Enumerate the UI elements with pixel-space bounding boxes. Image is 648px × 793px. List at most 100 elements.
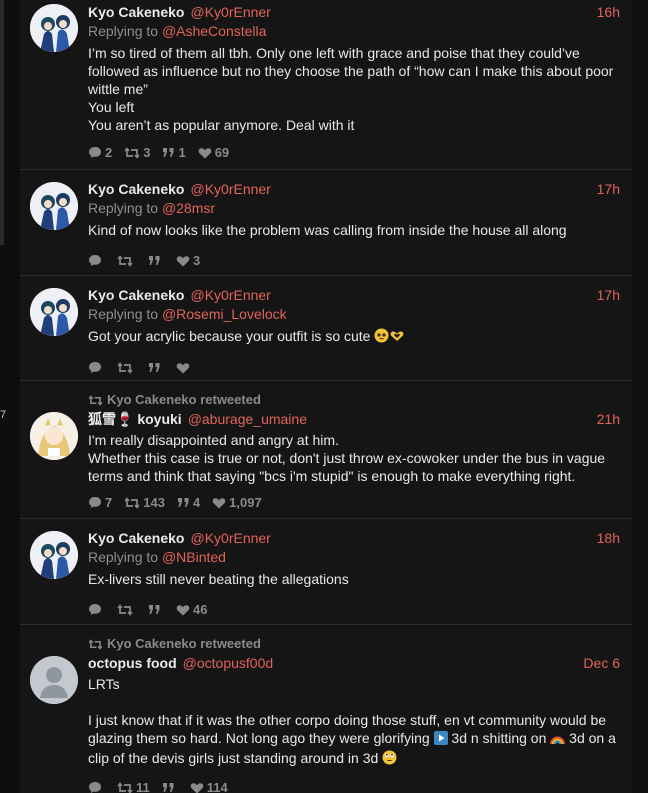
reply-button[interactable] [88, 603, 105, 616]
tweet-text: Got your acrylic because your outfit is … [88, 327, 620, 347]
retweet-context: Kyo Cakeneko retweeted [88, 391, 620, 409]
reply-button[interactable] [88, 254, 105, 267]
speech-bubble-icon [89, 362, 101, 373]
reply-button[interactable]: 2 [88, 145, 112, 160]
quote-marks-icon [163, 148, 174, 157]
quote-button[interactable] [148, 604, 164, 615]
retweet-arrows-icon [117, 603, 133, 616]
quote-button[interactable]: 4 [177, 495, 200, 510]
reply-button[interactable] [88, 361, 105, 374]
display-name[interactable]: Kyo Cakeneko [88, 3, 184, 22]
reply-context: Replying to @Rosemi_Lovelock [88, 305, 620, 324]
reply-to-handle[interactable]: @Rosemi_Lovelock [162, 306, 287, 322]
tweet-actions: 11 114 [88, 780, 620, 793]
tweet-actions: 7 143 4 1,097 [88, 495, 620, 510]
tweet-text: LRTs I just know that if it was the othe… [88, 675, 620, 769]
retweet-button[interactable] [117, 361, 136, 374]
tweet[interactable]: Kyo Cakeneko @Ky0rEnner 17h Replying to … [20, 170, 632, 276]
timestamp[interactable]: 17h [597, 286, 620, 305]
quote-marks-icon [149, 605, 160, 614]
quote-button[interactable] [148, 255, 164, 266]
like-button[interactable]: 69 [198, 145, 229, 160]
left-gutter: 7 [0, 0, 20, 793]
retweet-button[interactable] [117, 254, 136, 267]
timestamp[interactable]: 21h [597, 410, 620, 429]
like-button[interactable]: 1,097 [212, 495, 262, 510]
display-name[interactable]: 狐雪🍷 koyuki [88, 410, 182, 429]
tweet-line: Kind of now looks like the problem was c… [88, 222, 567, 238]
tweet-actions: 3 [88, 253, 620, 268]
reply-context: Replying to @NBinted [88, 548, 620, 567]
speech-bubble-icon [89, 255, 101, 266]
reply-context: Replying to @AsheConstella [88, 22, 620, 41]
retweet-button[interactable]: 11 [117, 780, 150, 793]
avatar[interactable] [30, 412, 78, 460]
heart-icon [176, 362, 190, 373]
avatar[interactable] [30, 531, 78, 579]
right-rail [632, 0, 648, 793]
tweet-line: You aren’t as popular anymore. Deal with… [88, 117, 355, 133]
avatar[interactable] [30, 182, 78, 230]
tweet[interactable]: Kyo Cakeneko retweeted octopus food @oct… [20, 625, 632, 793]
speech-bubble-icon [89, 604, 101, 615]
user-handle[interactable]: @Ky0rEnner [190, 180, 270, 199]
quote-button[interactable]: 1 [162, 145, 186, 160]
user-handle[interactable]: @octopusf00d [183, 654, 274, 673]
display-name[interactable]: Kyo Cakeneko [88, 180, 184, 199]
like-button[interactable] [176, 362, 193, 374]
retweet-button[interactable]: 143 [124, 495, 165, 510]
default-avatar-icon[interactable] [30, 656, 78, 704]
tweet-text: Ex-livers still never beating the allega… [88, 570, 620, 588]
tweet-feed: Kyo Cakeneko @Ky0rEnner 16h Replying to … [20, 0, 632, 793]
user-handle[interactable]: @Ky0rEnner [190, 529, 270, 548]
timestamp[interactable]: 16h [597, 3, 620, 22]
heart-hands-icon [389, 329, 405, 347]
display-name[interactable]: octopus food [88, 654, 177, 673]
reply-to-handle[interactable]: @AsheConstella [162, 23, 267, 39]
user-handle[interactable]: @Ky0rEnner [190, 286, 270, 305]
tweet-line: You left [88, 99, 135, 115]
retweeted-by-label: Kyo Cakeneko retweeted [107, 636, 261, 651]
quote-marks-icon [149, 363, 160, 372]
timestamp[interactable]: 17h [597, 180, 620, 199]
tweet[interactable]: Kyo Cakeneko retweeted 狐雪🍷 koyuki @abura… [20, 381, 632, 519]
left-scrollbar[interactable] [0, 0, 4, 245]
retweet-button[interactable]: 3 [124, 145, 150, 160]
user-handle[interactable]: @aburage_umaine [188, 410, 307, 429]
quote-button[interactable] [162, 782, 178, 793]
like-button[interactable]: 3 [176, 253, 200, 268]
reply-button[interactable]: 7 [88, 495, 112, 510]
eye-roll-face-icon [382, 750, 397, 769]
like-button[interactable]: 114 [190, 780, 228, 793]
retweet-arrows-icon [117, 781, 133, 793]
tweet[interactable]: Kyo Cakeneko @Ky0rEnner 16h Replying to … [20, 0, 632, 170]
reply-to-handle[interactable]: @NBinted [162, 549, 226, 565]
reply-to-handle[interactable]: @28msr [162, 200, 215, 216]
reply-context: Replying to @28msr [88, 199, 620, 218]
user-handle[interactable]: @Ky0rEnner [190, 3, 270, 22]
avatar[interactable] [30, 4, 78, 52]
quote-marks-icon [177, 498, 189, 507]
tweet[interactable]: Kyo Cakeneko @Ky0rEnner 18h Replying to … [20, 519, 632, 625]
retweet-button[interactable] [117, 603, 136, 616]
like-button[interactable]: 46 [176, 602, 207, 617]
display-name[interactable]: Kyo Cakeneko [88, 529, 184, 548]
avatar[interactable] [30, 288, 78, 336]
timestamp[interactable]: 18h [597, 529, 620, 548]
heart-icon [198, 147, 211, 158]
retweeted-by-label: Kyo Cakeneko retweeted [107, 392, 261, 407]
gutter-mark: 7 [0, 409, 7, 421]
quote-marks-icon [149, 256, 160, 265]
retweet-arrows-icon [88, 638, 103, 650]
reply-button[interactable] [88, 781, 105, 793]
timestamp[interactable]: Dec 6 [583, 654, 620, 673]
tweet-text: I’m so tired of them all tbh. Only one l… [88, 44, 620, 134]
reply-prefix: Replying to [88, 306, 159, 322]
rainbow-icon [550, 731, 566, 749]
display-name[interactable]: Kyo Cakeneko [88, 286, 184, 305]
tweet-line: 3d n shitting on [451, 730, 547, 746]
quote-button[interactable] [148, 362, 164, 373]
retweet-arrows-icon [117, 254, 133, 267]
tweet-line: I’m so tired of them all tbh. Only one l… [88, 45, 614, 97]
tweet[interactable]: Kyo Cakeneko @Ky0rEnner 17h Replying to … [20, 276, 632, 381]
